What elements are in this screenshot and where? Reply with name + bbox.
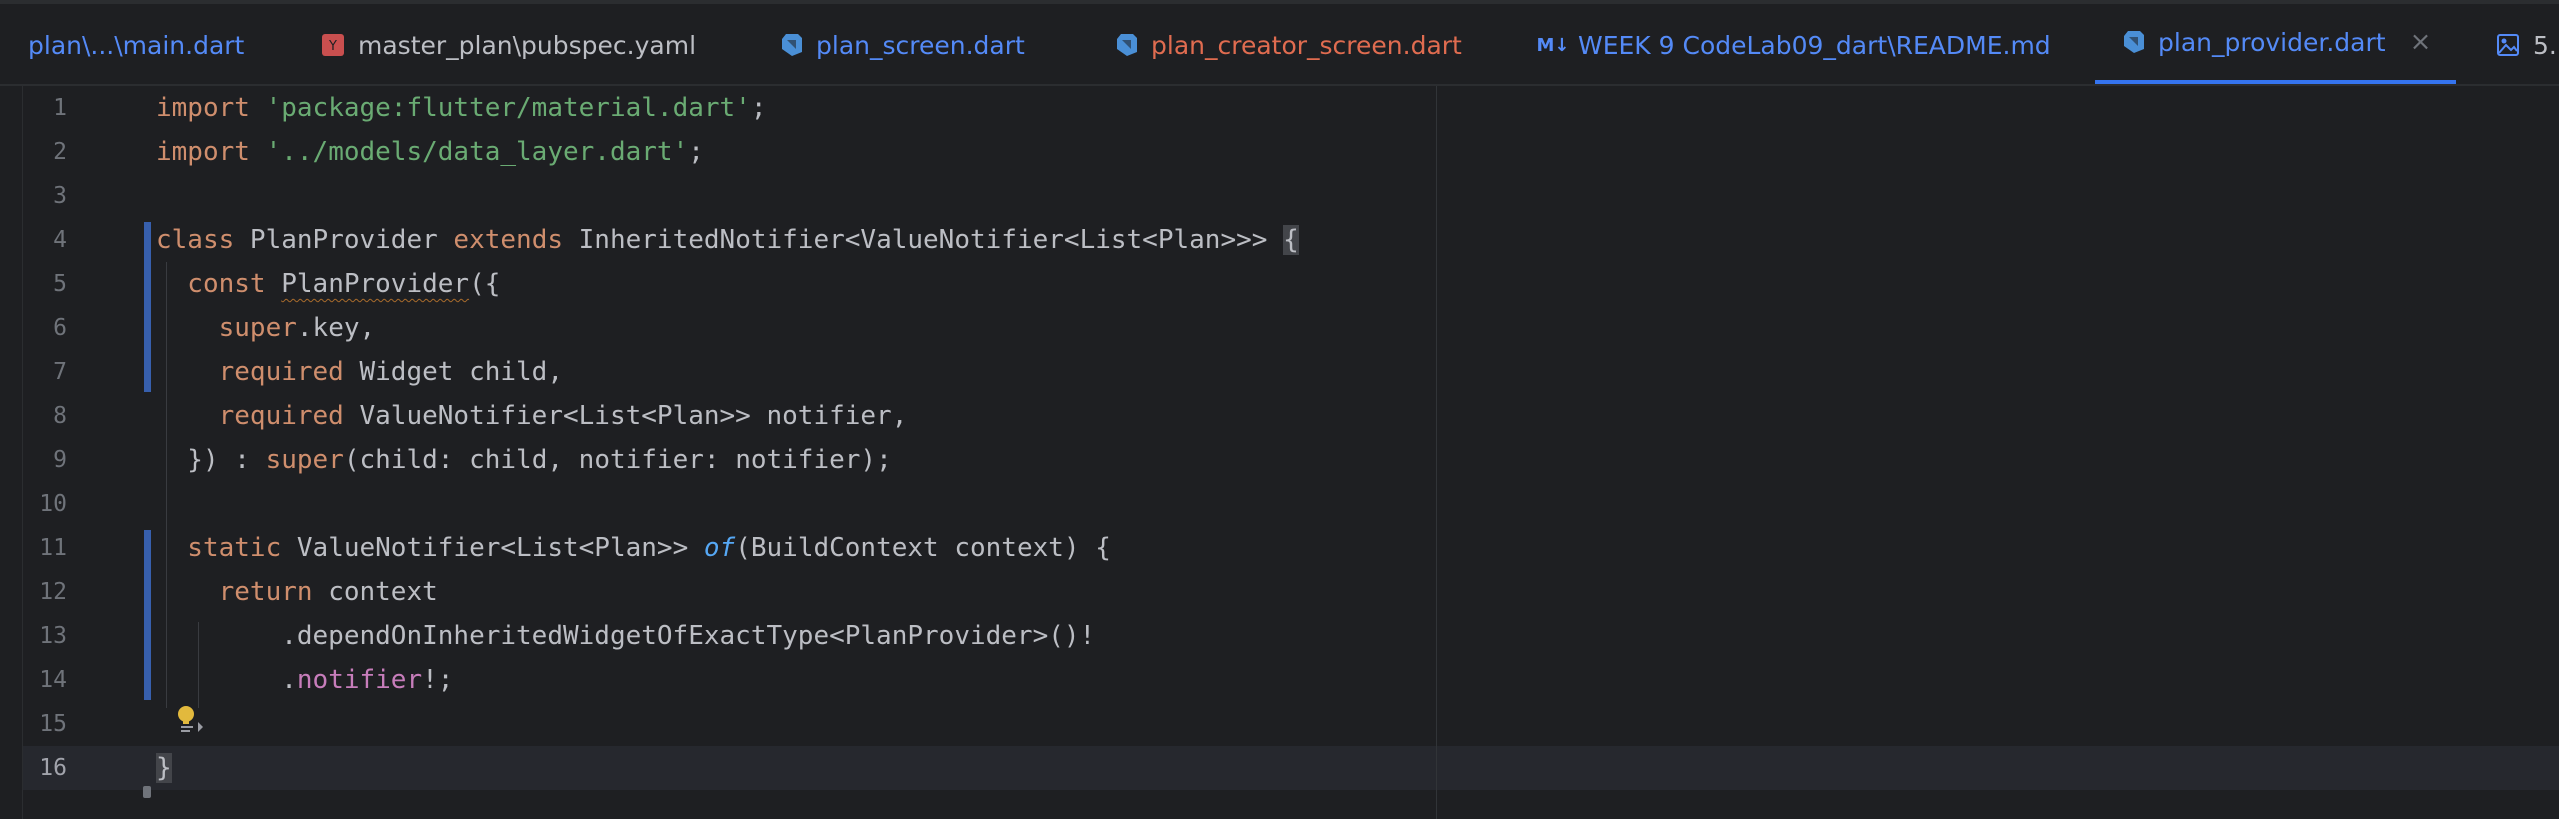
tab-5[interactable]: M↓ WEEK 9 CodeLab09_dart\README.md [1536,4,2051,84]
image-file-icon [2495,32,2521,58]
code-token: PlanProvider [281,269,470,299]
code-line[interactable]: import 'package:flutter/material.dart'; [156,86,767,130]
line-number: 13 [39,623,67,649]
code-token: (BuildContext context) { [735,533,1111,563]
code-token: . [156,665,297,695]
line-number: 10 [39,491,67,517]
right-margin-guide [1436,86,1437,819]
code-line[interactable]: class PlanProvider extends InheritedNoti… [156,218,1299,262]
code-token: return [156,577,329,607]
code-token: ; [688,137,704,167]
code-token: class [156,225,250,255]
line-number-gutter: 1 2 3 4 5 6 7 8 9 10 11 12 13 14 15 16 [0,86,140,819]
code-token: context [328,577,438,607]
code-token: { [1283,225,1299,255]
editor-tab-bar: plan\...\main.dart Ymaster_plan\pubspec.y… [0,0,2559,86]
tab-6[interactable]: plan_provider.dart × [2095,4,2457,84]
code-line[interactable]: }) : super(child: child, notifier: notif… [156,438,892,482]
tab-label: plan_creator_screen.dart [1151,30,1462,60]
dart-file-icon [1113,32,1139,58]
code-token: PlanProvider [249,225,454,255]
line-number: 16 [39,755,67,781]
code-token: '../models/data_layer.dart' [265,137,689,167]
vcs-change-marker[interactable] [144,530,151,700]
code-token: Widget child, [359,357,564,387]
code-line[interactable]: return context [156,570,438,614]
code-token: }) : [156,445,266,475]
code-token: required [156,357,360,387]
code-line[interactable]: super.key, [156,306,376,350]
svg-text:Y: Y [328,39,337,54]
line-number: 8 [53,403,67,429]
code-token: ValueNotifier<List<Plan>> [296,533,704,563]
line-number: 4 [53,227,67,253]
tab-3[interactable]: plan_screen.dart [778,4,1025,84]
code-token: (child: child, notifier: notifier); [343,445,892,475]
tab-label: plan\...\main.dart [28,30,245,60]
tab-1[interactable]: plan\...\main.dart [28,4,245,84]
code-token: 'package:flutter/material.dart' [265,93,751,123]
line-number: 11 [39,535,67,561]
code-token: of [703,533,736,563]
tab-label: plan_provider.dart [2158,27,2386,57]
code-line[interactable]: .dependOnInheritedWidgetOfExactType<Plan… [156,614,1095,658]
code-editor[interactable]: 1 2 3 4 5 6 7 8 9 10 11 12 13 14 15 16 import 'package:… [0,86,2559,819]
tab-label: WEEK 9 CodeLab09_dart\README.md [1578,30,2051,60]
code-line[interactable]: } [156,746,172,790]
code-token: extends [453,225,579,255]
line-number: 9 [53,447,67,473]
code-token: ({ [469,269,501,299]
code-line[interactable]: required Widget child, [156,350,563,394]
code-token: super [156,313,297,343]
dart-file-icon [778,32,804,58]
code-token: required [156,401,360,431]
tab-label: master_plan\pubspec.yaml [358,30,697,60]
code-token: import [156,137,266,167]
code-token: import [156,93,266,123]
code-token: InheritedNotifier<ValueNotifier<List<Pla… [578,225,1284,255]
close-tab-icon[interactable]: × [2410,27,2432,57]
dart-file-icon [2120,29,2146,55]
lightbulb-intention-icon[interactable] [176,704,204,734]
line-number: 5 [53,271,67,297]
line-number: 15 [39,711,67,737]
code-token: .key, [296,313,376,343]
code-token: notifier [296,665,423,695]
markdown-file-icon: M↓ [1536,34,1570,56]
code-line[interactable]: static ValueNotifier<List<Plan>> of(Buil… [156,526,1111,570]
code-token: ValueNotifier<List<Plan>> notifier, [359,401,908,431]
code-token: ; [750,93,767,123]
line-number: 7 [53,359,67,385]
code-token: .dependOnInheritedWidgetOfExactType<Plan… [156,621,1096,651]
vcs-change-marker[interactable] [144,222,151,392]
line-number: 1 [53,95,67,121]
line-number: 14 [39,667,67,693]
tab-label: plan_screen.dart [816,30,1025,60]
code-token: } [156,753,172,783]
code-line[interactable]: import '../models/data_layer.dart'; [156,130,704,174]
line-number: 3 [53,183,67,209]
code-token: const [156,269,282,299]
code-line[interactable]: const PlanProvider({ [156,262,500,306]
code-line[interactable]: .notifier!; [156,658,453,702]
tab-7[interactable]: 5. [2495,4,2557,84]
fold-marker[interactable] [143,786,151,798]
line-number: 12 [39,579,67,605]
code-token: !; [422,665,454,695]
tab-4[interactable]: plan_creator_screen.dart [1113,4,1462,84]
code-token: super [265,445,344,475]
tab-label: 5. [2533,30,2557,60]
current-line-highlight [22,746,2559,790]
yaml-file-icon: Y [320,32,346,58]
line-number: 2 [53,139,67,165]
code-token: static [156,533,297,563]
code-line[interactable]: required ValueNotifier<List<Plan>> notif… [156,394,908,438]
line-number: 6 [53,315,67,341]
tab-2[interactable]: Ymaster_plan\pubspec.yaml [320,4,697,84]
